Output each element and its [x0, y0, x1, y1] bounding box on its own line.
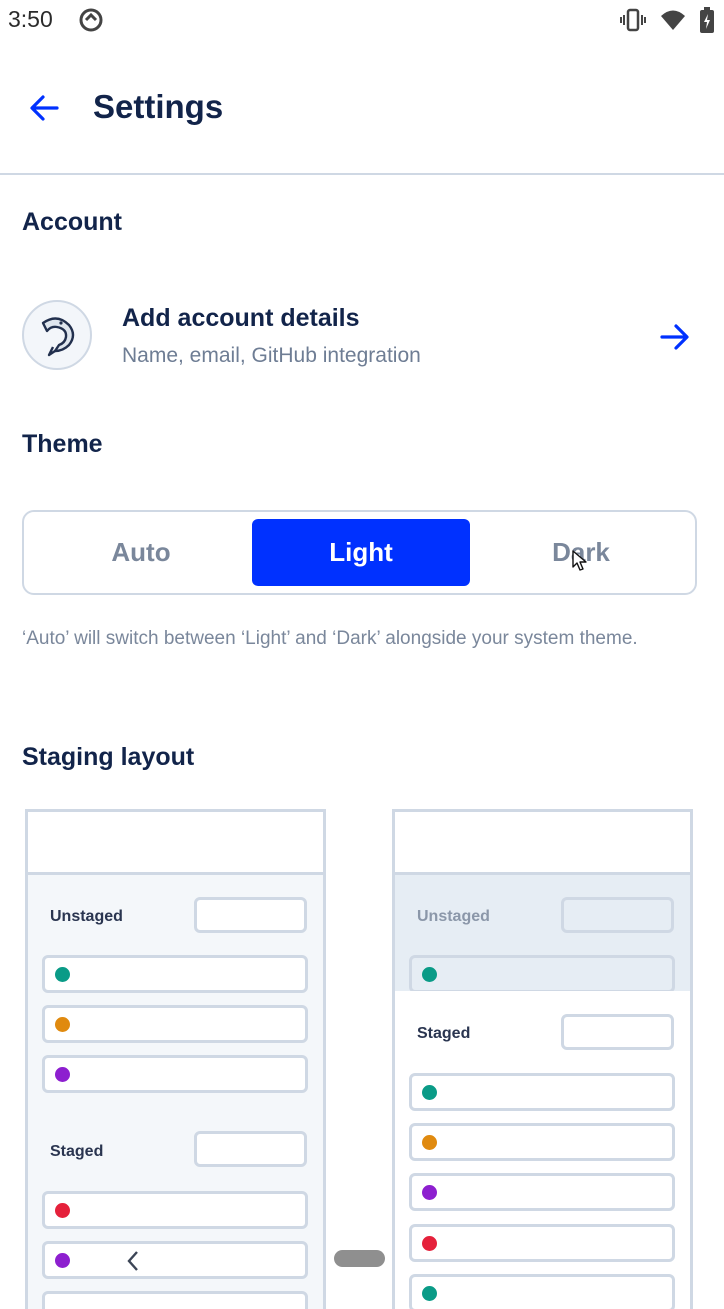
preview-button [561, 897, 674, 933]
status-dot [55, 1203, 70, 1218]
status-time: 3:50 [8, 6, 53, 32]
battery-charging-icon [700, 7, 714, 38]
list-item [409, 1173, 675, 1211]
list-item [42, 1291, 308, 1309]
preview-button [561, 1014, 674, 1050]
layout-preview-staged: Staged [395, 991, 690, 1309]
status-dot [422, 1286, 437, 1301]
unstaged-label: Unstaged [417, 908, 490, 925]
list-item [42, 1055, 308, 1093]
status-bar: 3:50 [0, 0, 724, 40]
status-dot [422, 1236, 437, 1251]
list-item [42, 1191, 308, 1229]
theme-section-title: Theme [22, 430, 103, 458]
account-row-subtitle: Name, email, GitHub integration [122, 344, 421, 367]
theme-toggle: Auto Light Dark [22, 510, 697, 595]
arrow-back-icon [30, 95, 59, 121]
status-icons [620, 7, 714, 38]
status-dot [422, 1085, 437, 1100]
list-item [409, 1224, 675, 1262]
vibrate-icon [620, 7, 646, 38]
layout-preview-header [28, 812, 323, 875]
theme-option-auto[interactable]: Auto [32, 519, 250, 586]
status-dot [55, 1017, 70, 1032]
arrow-forward-icon [658, 320, 692, 359]
unstaged-label: Unstaged [50, 908, 123, 925]
gesture-nav-handle[interactable] [334, 1250, 385, 1267]
back-button[interactable] [24, 88, 64, 128]
add-account-details-row[interactable]: Add account details Name, email, GitHub … [0, 290, 724, 384]
layout-preview-header [395, 812, 690, 875]
status-dot [422, 1185, 437, 1200]
data-saver-icon [78, 7, 104, 38]
preview-button [194, 897, 307, 933]
staging-layout-option-stacked[interactable]: Unstaged Staged [392, 809, 693, 1309]
status-dot [422, 967, 437, 982]
wifi-icon [660, 8, 686, 37]
list-item [42, 1005, 308, 1043]
dolphin-icon [41, 317, 75, 357]
theme-note: ‘Auto’ will switch between ‘Light’ and ‘… [22, 628, 638, 649]
app-bar: Settings [0, 58, 724, 175]
status-dot [55, 967, 70, 982]
list-item [42, 1241, 308, 1279]
chevron-left-icon [125, 1249, 141, 1278]
list-item [409, 1123, 675, 1161]
layout-preview-unstaged: Unstaged [28, 875, 323, 1114]
staging-section-title: Staging layout [22, 743, 195, 771]
account-row-title: Add account details [122, 304, 360, 332]
status-dot [422, 1135, 437, 1150]
staged-label: Staged [50, 1143, 104, 1160]
staged-label: Staged [417, 1025, 471, 1042]
layout-preview-staged: Staged [28, 1111, 323, 1309]
mouse-cursor-icon [572, 550, 588, 577]
list-item [42, 955, 308, 993]
avatar [22, 300, 92, 370]
account-section-title: Account [22, 208, 122, 236]
list-item [409, 1274, 675, 1309]
layout-preview-unstaged: Unstaged [395, 875, 690, 994]
preview-button [194, 1131, 307, 1167]
theme-option-light[interactable]: Light [252, 519, 470, 586]
staging-layout-option-split[interactable]: Unstaged Staged [25, 809, 326, 1309]
list-item [409, 955, 675, 993]
page-title: Settings [93, 88, 224, 125]
status-dot [55, 1253, 70, 1268]
list-item [409, 1073, 675, 1111]
status-dot [55, 1067, 70, 1082]
